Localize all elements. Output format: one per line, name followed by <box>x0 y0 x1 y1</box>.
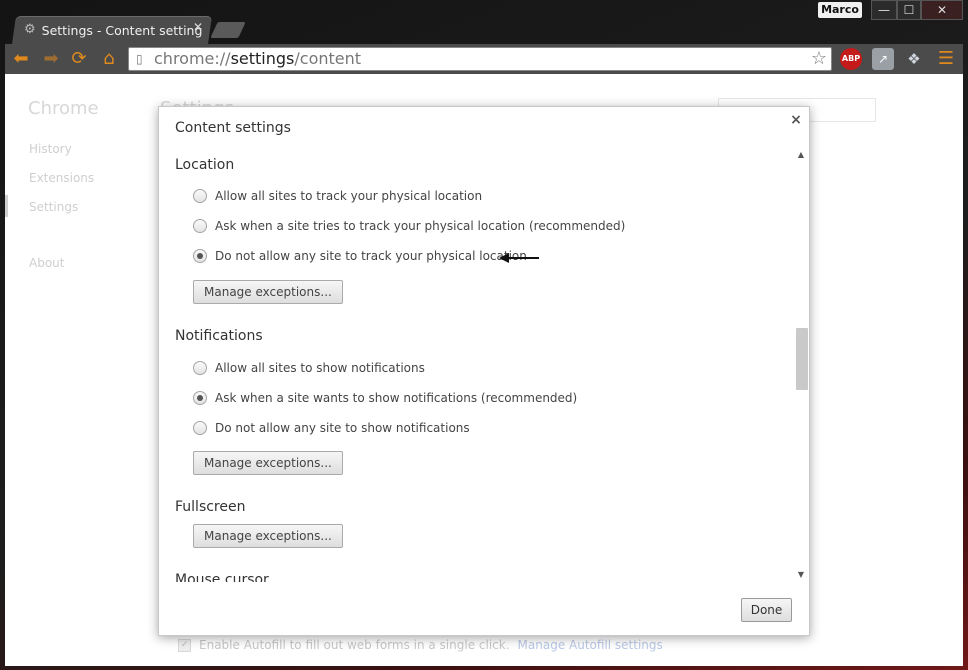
nav-item-settings[interactable]: Settings <box>29 200 78 214</box>
notifications-manage-exceptions-button[interactable]: Manage exceptions... <box>193 451 343 475</box>
done-button[interactable]: Done <box>741 598 792 622</box>
section-title-location: Location <box>175 157 235 173</box>
dialog-close-icon[interactable]: × <box>788 112 804 128</box>
scroll-up-icon[interactable]: ▲ <box>794 148 808 162</box>
bookmark-star-icon[interactable]: ☆ <box>808 47 830 71</box>
radio-button-selected[interactable] <box>193 249 207 263</box>
notifications-option-allow[interactable]: Allow all sites to show notifications <box>193 361 425 375</box>
dialog-scroll-area[interactable]: Location Allow all sites to track your p… <box>159 148 809 582</box>
notifications-option-ask[interactable]: Ask when a site wants to show notificati… <box>193 391 577 405</box>
dialog-scrollbar[interactable]: ▲ ▼ <box>794 148 808 582</box>
option-label: Allow all sites to show notifications <box>215 361 425 375</box>
option-label: Ask when a site wants to show notificati… <box>215 391 578 405</box>
tab-content: ⚙ Settings - Content settings <box>24 20 202 40</box>
option-label: Ask when a site tries to track your phys… <box>215 219 626 233</box>
nav-item-history[interactable]: History <box>29 142 72 156</box>
brand-title: Chrome <box>28 98 99 119</box>
home-icon[interactable]: ⌂ <box>98 48 120 70</box>
location-option-allow[interactable]: Allow all sites to track your physical l… <box>193 189 482 203</box>
location-option-ask[interactable]: Ask when a site tries to track your phys… <box>193 219 625 233</box>
option-label: Allow all sites to track your physical l… <box>215 189 483 203</box>
location-manage-exceptions-button[interactable]: Manage exceptions... <box>193 280 343 304</box>
url-text[interactable]: chrome://settings/content <box>154 47 361 71</box>
location-option-block[interactable]: Do not allow any site to track your phys… <box>193 249 527 263</box>
tab-title: Settings - Content settings <box>41 22 202 38</box>
radio-button[interactable] <box>193 189 207 203</box>
nav-item-about[interactable]: About <box>29 256 64 270</box>
tab-close-icon[interactable]: ✕ <box>192 20 204 34</box>
fullscreen-manage-exceptions-button[interactable]: Manage exceptions... <box>193 524 343 548</box>
extension-chart-icon[interactable]: ↗ <box>872 48 894 70</box>
scroll-down-icon[interactable]: ▼ <box>794 568 808 582</box>
scrollbar-thumb[interactable] <box>796 328 808 390</box>
section-title-fullscreen: Fullscreen <box>175 499 246 515</box>
back-arrow-icon[interactable]: ⬅ <box>10 48 32 70</box>
section-title-mouse-cursor: Mouse cursor <box>175 572 269 582</box>
option-label: Do not allow any site to track your phys… <box>215 249 527 263</box>
autofill-text: Enable Autofill to fill out web forms in… <box>199 638 510 652</box>
autofill-row: ✓ Enable Autofill to fill out web forms … <box>178 638 663 652</box>
url-host: settings <box>230 49 295 68</box>
chrome-menu-icon[interactable]: ☰ <box>935 48 957 70</box>
window-close-button[interactable]: ✕ <box>921 0 963 20</box>
adblock-plus-icon[interactable]: ABP <box>840 48 862 70</box>
nav-item-extensions[interactable]: Extensions <box>29 171 94 185</box>
url-scheme: chrome:// <box>154 49 231 68</box>
dropbox-icon[interactable]: ❖ <box>903 48 925 70</box>
maximize-button[interactable]: ☐ <box>897 0 921 20</box>
annotation-arrow-icon <box>499 253 539 263</box>
url-path: /content <box>294 49 362 68</box>
nav-active-indicator <box>5 195 8 217</box>
minimize-button[interactable]: — <box>871 0 897 20</box>
gear-icon: ⚙ <box>24 22 36 37</box>
dialog-title: Content settings <box>175 120 291 136</box>
user-profile-button[interactable]: Marco <box>818 2 862 18</box>
reload-icon[interactable]: ⟳ <box>68 48 90 70</box>
manage-autofill-link[interactable]: Manage Autofill settings <box>518 638 663 652</box>
page-icon: ▯ <box>136 52 143 66</box>
radio-button[interactable] <box>193 219 207 233</box>
radio-button-selected[interactable] <box>193 391 207 405</box>
option-label: Do not allow any site to show notificati… <box>215 421 470 435</box>
radio-button[interactable] <box>193 421 207 435</box>
forward-arrow-icon[interactable]: ➡ <box>40 48 62 70</box>
radio-button[interactable] <box>193 361 207 375</box>
section-title-notifications: Notifications <box>175 328 263 344</box>
autofill-checkbox[interactable]: ✓ <box>178 638 191 652</box>
notifications-option-block[interactable]: Do not allow any site to show notificati… <box>193 421 470 435</box>
